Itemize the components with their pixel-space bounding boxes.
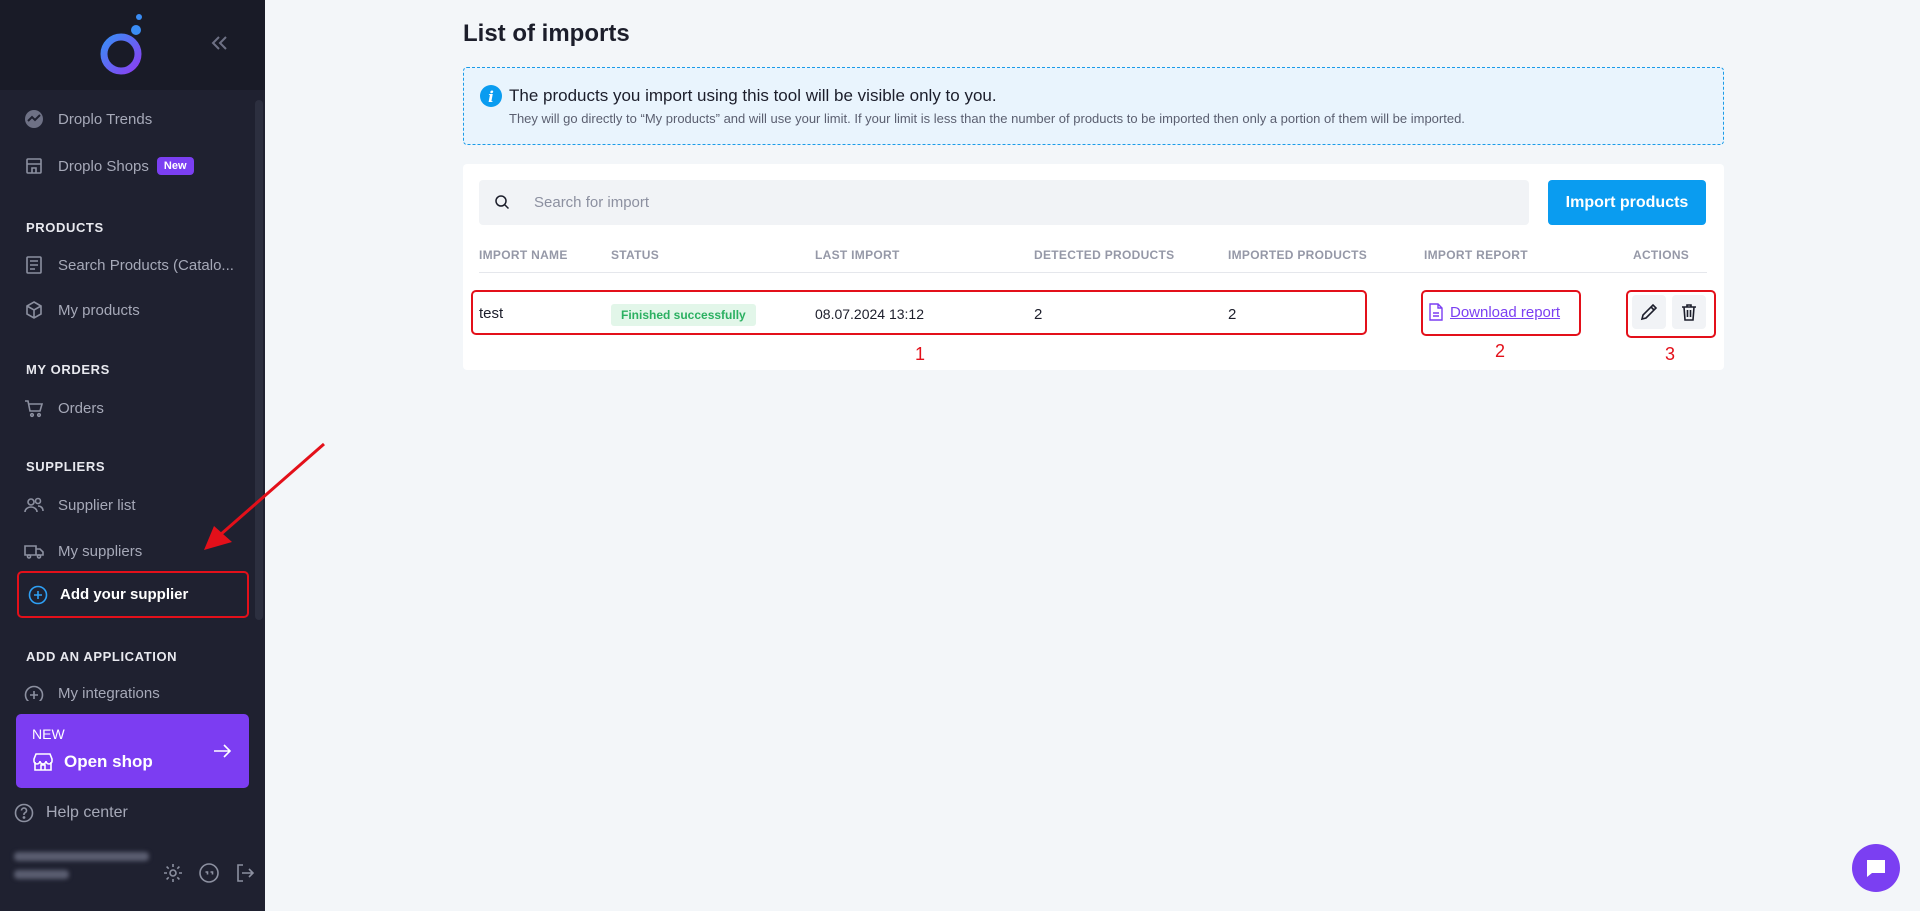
svg-text:i: i [488, 88, 494, 106]
column-header-status: STATUS [611, 248, 660, 262]
logout-icon[interactable] [234, 862, 256, 884]
column-header-import-name: IMPORT NAME [479, 248, 568, 262]
box-icon [26, 301, 42, 319]
section-add-an-application: ADD AN APPLICATION [26, 649, 178, 664]
chat-quote-icon[interactable] [198, 862, 220, 884]
open-shop-button[interactable]: NEW Open shop [16, 714, 249, 788]
sidebar-item-label: Droplo Shops [58, 157, 149, 175]
section-my-orders: MY ORDERS [26, 362, 110, 377]
sidebar-item-orders[interactable]: Orders [24, 396, 104, 420]
gear-icon[interactable] [162, 862, 184, 884]
imports-card: Import products IMPORT NAME STATUS LAST … [463, 164, 1724, 370]
sidebar-item-label: My integrations [58, 685, 160, 701]
new-badge: New [156, 157, 194, 175]
section-suppliers: SUPPLIERS [26, 459, 106, 474]
sidebar-footer-icons [162, 862, 256, 884]
search-input[interactable] [479, 180, 1529, 225]
sidebar-item-my-integrations[interactable]: My integrations [24, 681, 160, 701]
sidebar-item-my-products[interactable]: My products [24, 298, 140, 322]
sidebar-item-my-suppliers[interactable]: My suppliers [24, 539, 142, 563]
plus-circle-icon [24, 685, 44, 701]
annotation-number-1: 1 [915, 344, 926, 364]
column-header-imported-products: IMPORTED PRODUCTS [1228, 248, 1368, 262]
help-center-link[interactable]: Help center [14, 803, 128, 823]
search-bar [479, 180, 1529, 225]
sidebar-item-label: Supplier list [58, 496, 136, 514]
sidebar-item-add-your-supplier[interactable]: Add your supplier [17, 571, 249, 618]
page-title: List of imports [463, 20, 630, 47]
sidebar-item-label: My products [58, 301, 140, 319]
open-shop-title-text: Open shop [64, 752, 153, 771]
storefront-icon [33, 753, 53, 771]
open-shop-new-label: NEW [32, 726, 65, 742]
table-header-divider [479, 272, 1707, 273]
info-icon: i [480, 85, 502, 107]
droplo-logo-icon[interactable] [96, 12, 148, 78]
open-shop-title: Open shop [32, 752, 153, 772]
section-products: PRODUCTS [26, 220, 104, 235]
sidebar-item-supplier-list[interactable]: Supplier list [24, 493, 136, 517]
logo-area [0, 0, 265, 90]
chat-widget-button[interactable] [1852, 844, 1900, 892]
import-products-button[interactable]: Import products [1548, 180, 1706, 225]
column-header-last-import: LAST IMPORT [815, 248, 900, 262]
red-annotation-arrow [204, 442, 325, 550]
annotation-box-actions [1626, 290, 1716, 338]
sidebar-item-label: Search Products (Catalo... [58, 256, 234, 274]
help-center-label: Help center [46, 804, 128, 821]
column-header-detected-products: DETECTED PRODUCTS [1034, 248, 1175, 262]
sidebar-item-label: Orders [58, 399, 104, 417]
user-account-blurred[interactable] [14, 852, 154, 892]
chat-bubble-icon [1867, 860, 1885, 877]
sidebar-item-label: My suppliers [58, 542, 143, 560]
annotation-number-2: 2 [1495, 341, 1506, 361]
info-notice: i The products you import using this too… [463, 67, 1724, 145]
sidebar-item-droplo-shops[interactable]: Droplo Shops New [24, 154, 194, 178]
cart-icon [25, 400, 44, 418]
arrow-right-icon [214, 744, 232, 758]
sidebar-item-search-products[interactable]: Search Products (Catalo... [24, 253, 234, 277]
search-icon [495, 195, 510, 210]
info-title: The products you import using this tool … [509, 86, 997, 105]
trends-icon [25, 110, 43, 128]
question-circle-icon [14, 803, 34, 823]
users-icon [24, 497, 44, 513]
column-header-import-report: IMPORT REPORT [1424, 248, 1528, 262]
sidebar-item-label: Droplo Trends [58, 110, 153, 128]
annotation-box-row [471, 290, 1367, 335]
column-header-actions: ACTIONS [1633, 248, 1690, 262]
truck-icon [24, 545, 44, 559]
shop-icon [26, 158, 42, 174]
annotation-box-report [1421, 290, 1581, 336]
annotation-number-3: 3 [1665, 344, 1676, 364]
info-text: They will go directly to “My products” a… [509, 111, 1465, 126]
collapse-sidebar-icon[interactable] [208, 32, 230, 54]
catalog-icon [26, 256, 42, 274]
sidebar-item-droplo-trends[interactable]: Droplo Trends [24, 107, 152, 131]
sidebar-item-label: Add your supplier [60, 586, 189, 603]
plus-circle-icon [28, 585, 48, 604]
